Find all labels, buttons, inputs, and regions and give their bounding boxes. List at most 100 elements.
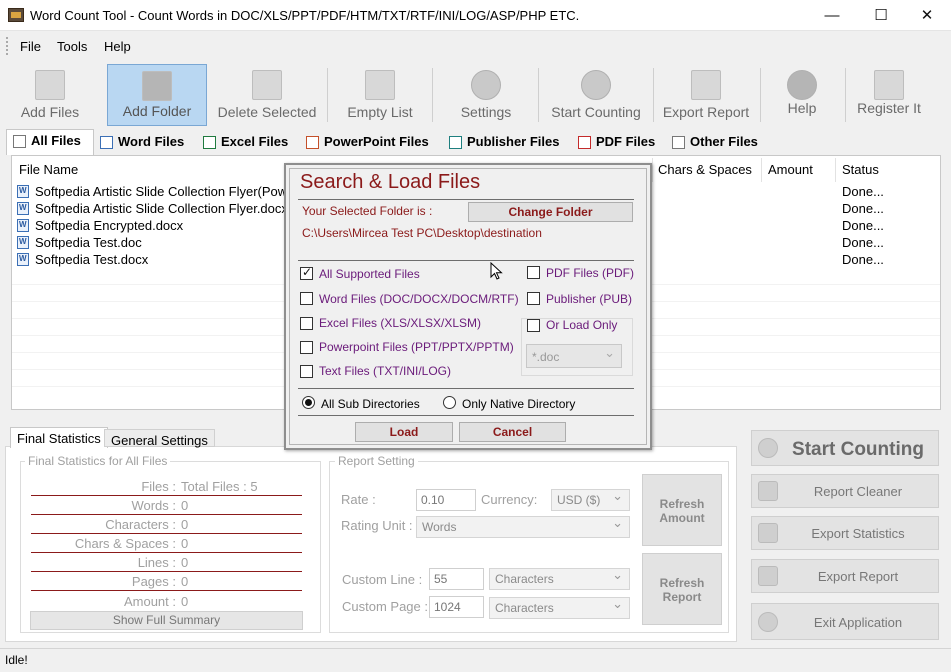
table-row-filename[interactable]: Softpedia Encrypted.docx	[35, 218, 183, 233]
help-button[interactable]: Help	[768, 64, 836, 126]
export-report-toolbar-button[interactable]: Export Report	[657, 64, 755, 126]
table-row-filename[interactable]: Softpedia Artistic Slide Collection Flye…	[35, 201, 288, 216]
selected-folder-label: Your Selected Folder is :	[302, 204, 433, 218]
add-file-icon	[35, 70, 65, 100]
excel-files-label: Excel Files (XLS/XLSX/XLSM)	[319, 316, 482, 330]
exit-application-button[interactable]: Exit Application	[751, 603, 939, 640]
delete-selected-button[interactable]: Delete Selected	[212, 64, 322, 126]
custom-page-unit-select[interactable]: Characters	[489, 596, 630, 619]
mouse-cursor-icon	[490, 262, 503, 280]
table-row-filename[interactable]: Softpedia Test.doc	[35, 235, 142, 250]
tab-general-settings[interactable]: General Settings	[104, 429, 215, 448]
maximize-button[interactable]: ☐	[858, 0, 904, 31]
load-only-checkbox[interactable]	[527, 319, 540, 332]
tab-publisher-files[interactable]: Publisher Files	[443, 131, 571, 154]
column-header-file-name[interactable]: File Name	[19, 162, 78, 177]
custom-line-unit-select[interactable]: Characters	[489, 567, 630, 590]
folder-icon	[142, 71, 172, 101]
custom-line-label: Custom Line :	[342, 572, 423, 587]
powerpoint-files-checkbox[interactable]	[300, 341, 313, 354]
refresh-report-button[interactable]: Refresh Report	[642, 553, 722, 625]
table-row-status: Done...	[842, 184, 884, 199]
refresh-amount-button[interactable]: Refresh Amount	[642, 474, 722, 546]
help-icon	[787, 70, 817, 100]
stat-chars-spaces-value: 0	[181, 536, 189, 551]
table-row-filename[interactable]: Softpedia Artistic Slide Collection Flye…	[35, 184, 287, 199]
empty-list-button[interactable]: Empty List	[332, 64, 428, 126]
tools-icon	[471, 70, 501, 100]
tab-other-files[interactable]: Other Files	[666, 131, 770, 154]
table-row-status: Done...	[842, 201, 884, 216]
app-icon	[8, 8, 24, 22]
column-header-status[interactable]: Status	[842, 162, 879, 177]
add-files-button[interactable]: Add Files	[10, 64, 90, 126]
rating-unit-select[interactable]: Words	[416, 515, 630, 538]
rate-input[interactable]: 0.10	[416, 489, 476, 511]
divider	[298, 260, 634, 261]
text-files-label: Text Files (TXT/INI/LOG)	[319, 364, 452, 378]
register-button[interactable]: Register It	[850, 64, 928, 126]
start-counting-button[interactable]: Start Counting	[751, 430, 939, 466]
minimize-button[interactable]: —	[809, 0, 855, 31]
status-bar	[0, 648, 951, 672]
currency-label: Currency:	[481, 492, 538, 507]
stat-lines-label: Lines :	[137, 555, 176, 570]
tab-final-statistics[interactable]: Final Statistics	[10, 427, 108, 448]
excel-files-checkbox[interactable]	[300, 317, 313, 330]
add-folder-label: Add Folder	[122, 103, 192, 119]
menu-help[interactable]: Help	[104, 39, 131, 54]
toolbar-separator	[327, 68, 328, 122]
pdf-files-checkbox[interactable]	[527, 266, 540, 279]
tab-excel-files[interactable]: Excel Files	[197, 131, 299, 154]
menu-tools[interactable]: Tools	[57, 39, 87, 54]
tab-label: PowerPoint Files	[324, 134, 429, 149]
stat-characters-label: Characters :	[105, 517, 176, 532]
menu-grip	[6, 37, 8, 55]
export-report-button[interactable]: Export Report	[751, 559, 939, 593]
custom-line-input[interactable]: 55	[429, 568, 484, 590]
column-header-amount[interactable]: Amount	[768, 162, 813, 177]
native-directory-radio[interactable]	[443, 396, 456, 409]
toolbar-separator	[760, 68, 761, 122]
load-button[interactable]: Load	[355, 422, 453, 442]
publisher-checkbox[interactable]	[527, 292, 540, 305]
all-supported-checkbox[interactable]	[300, 265, 313, 280]
stat-characters-value: 0	[181, 517, 189, 532]
currency-select[interactable]: USD ($)	[551, 488, 630, 511]
export-statistics-label: Export Statistics	[811, 526, 905, 541]
report-cleaner-label: Report Cleaner	[813, 484, 903, 499]
tab-powerpoint-files[interactable]: PowerPoint Files	[300, 131, 442, 154]
stat-lines-value: 0	[181, 555, 189, 570]
word-files-checkbox[interactable]	[300, 292, 313, 305]
text-files-checkbox[interactable]	[300, 365, 313, 378]
word-document-icon	[17, 185, 29, 198]
export-statistics-button[interactable]: Export Statistics	[751, 516, 939, 550]
divider	[298, 199, 634, 200]
close-button[interactable]: ✕	[904, 0, 950, 31]
exit-application-label: Exit Application	[813, 615, 903, 630]
tab-word-files[interactable]: Word Files	[94, 131, 196, 154]
column-header-chars-spaces[interactable]: Chars & Spaces	[658, 162, 752, 177]
tab-pdf-files[interactable]: PDF Files	[572, 131, 666, 154]
register-label: Register It	[857, 100, 921, 116]
custom-page-input[interactable]: 1024	[429, 596, 484, 618]
extension-select[interactable]: *.doc	[526, 344, 622, 368]
settings-button[interactable]: Settings	[440, 64, 532, 126]
table-row-filename[interactable]: Softpedia Test.docx	[35, 252, 148, 267]
cancel-button[interactable]: Cancel	[459, 422, 566, 442]
pdf-icon	[578, 136, 591, 149]
status-text: Idle!	[5, 653, 28, 667]
show-full-summary-button[interactable]: Show Full Summary	[30, 611, 303, 630]
tab-all-files[interactable]: All Files	[6, 129, 94, 155]
report-cleaner-button[interactable]: Report Cleaner	[751, 474, 939, 508]
start-counting-toolbar-button[interactable]: Start Counting	[544, 64, 648, 126]
add-folder-button[interactable]: Add Folder	[107, 64, 207, 126]
stat-words-value: 0	[181, 498, 189, 513]
word-files-label: Word Files (DOC/DOCX/DOCM/RTF)	[319, 292, 519, 306]
menu-file[interactable]: File	[20, 39, 41, 54]
all-subdirectories-radio[interactable]	[302, 396, 315, 409]
report-setting-title: Report Setting	[335, 454, 418, 468]
powerpoint-icon	[306, 136, 319, 149]
change-folder-button[interactable]: Change Folder	[468, 202, 633, 222]
export-document-icon	[691, 70, 721, 100]
